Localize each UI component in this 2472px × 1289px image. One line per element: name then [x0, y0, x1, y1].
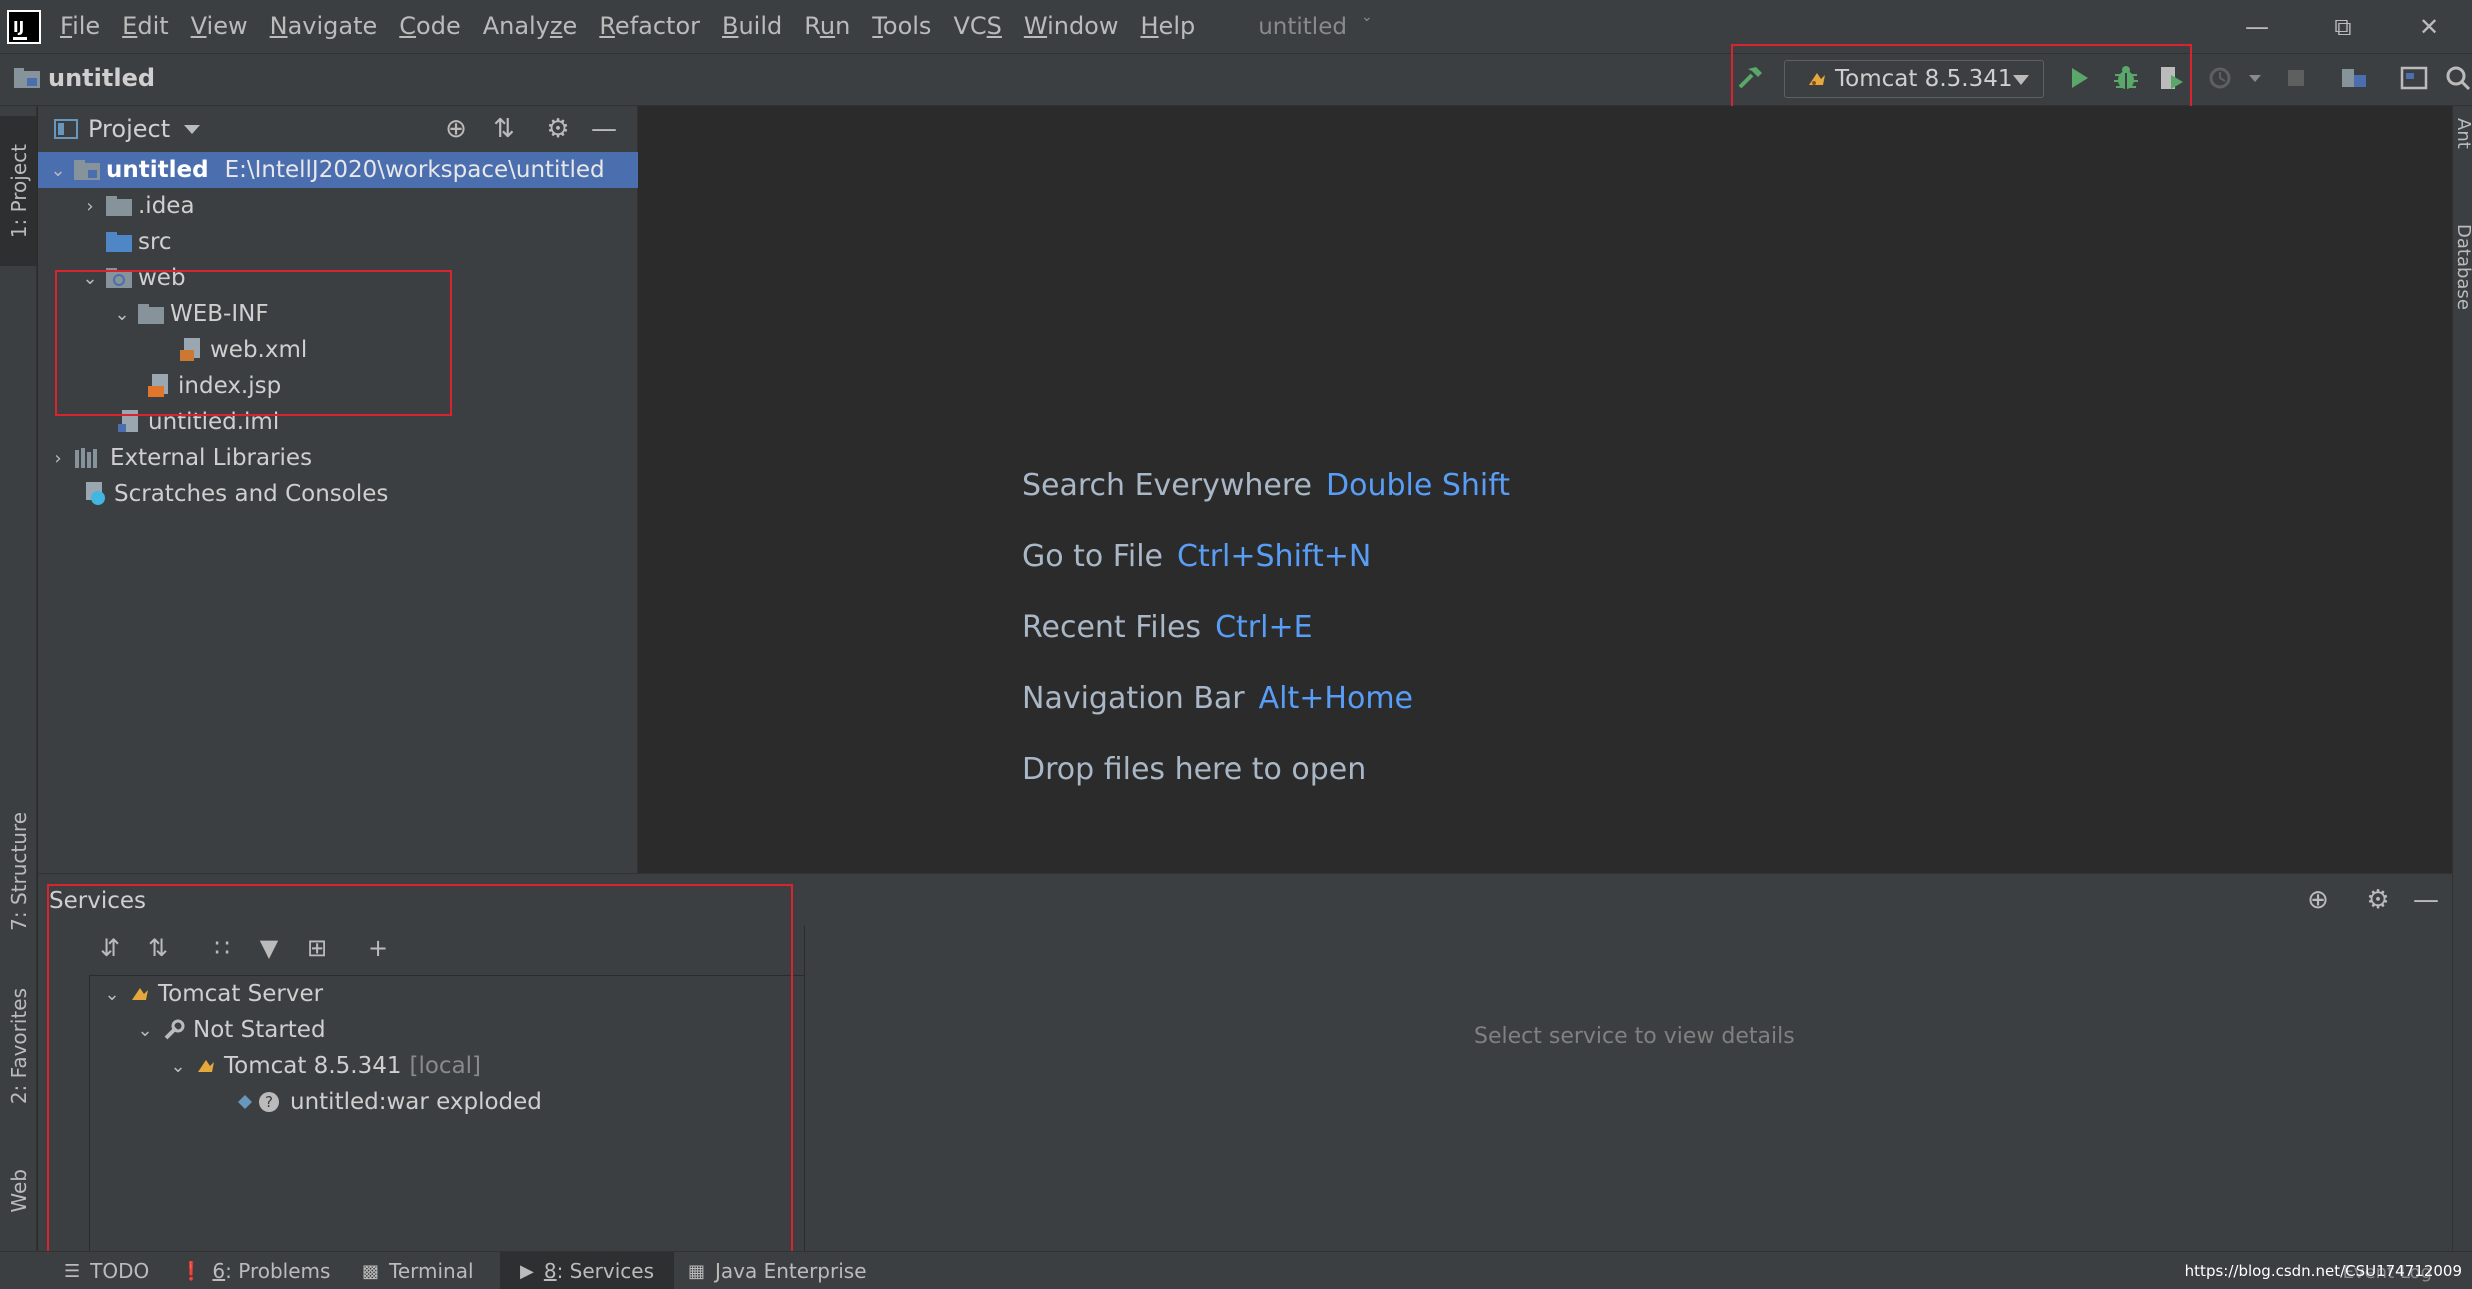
tab-todo[interactable]: ☰ TODO: [56, 1252, 157, 1289]
window-title: untitled: [1258, 13, 1347, 40]
chevron-down-icon[interactable]: [2240, 63, 2270, 93]
breadcrumb-project[interactable]: untitled: [48, 64, 155, 92]
menu-help[interactable]: Help: [1130, 0, 1207, 53]
hide-panel-icon[interactable]: —: [589, 114, 619, 144]
restore-icon[interactable]: ⧉: [2300, 0, 2386, 53]
breadcrumb[interactable]: untitled: [14, 64, 155, 92]
menu-window[interactable]: Window: [1013, 0, 1130, 53]
profile-icon[interactable]: [2207, 63, 2237, 93]
watermark: https://blog.csdn.net/CSU174712009: [2184, 1262, 2462, 1280]
java-enterprise-icon: ▦: [688, 1260, 706, 1282]
gear-icon[interactable]: ⚙: [2362, 884, 2394, 916]
warning-icon: ❗: [180, 1260, 203, 1282]
editor-area[interactable]: Search Everywhere Double Shift Go to File…: [639, 106, 2452, 873]
stop-icon[interactable]: [2281, 63, 2311, 93]
list-icon: ☰: [64, 1260, 81, 1282]
menu-vcs[interactable]: VCS: [942, 0, 1012, 53]
services-highlight: [47, 884, 793, 1260]
folder-icon: [106, 196, 132, 216]
hint-search-everywhere: Search Everywhere Double Shift: [1022, 468, 1511, 503]
tree-item-scratches[interactable]: Scratches and Consoles: [38, 476, 638, 512]
menu-run[interactable]: Run: [793, 0, 861, 53]
services-tool-window: Services ⊕ ⚙ — ⇵ ⇅ ∷ ▼ ⊞ + ⌄ Tomcat Serv…: [38, 873, 2452, 1260]
menu-file[interactable]: File: [49, 0, 111, 53]
project-view-icon: [54, 119, 78, 139]
menu-edit[interactable]: Edit: [111, 0, 179, 53]
tab-terminal[interactable]: ▩ Terminal: [354, 1252, 482, 1289]
tree-item-root[interactable]: ⌄ untitled E:\IntellJ2020\workspace\unti…: [38, 152, 638, 188]
intellij-logo-icon: IJ: [7, 9, 41, 44]
close-icon[interactable]: ✕: [2386, 0, 2472, 53]
web-folder-highlight: [55, 270, 452, 416]
hint-recent-files: Recent Files Ctrl+E: [1022, 610, 1313, 645]
chevron-down-icon[interactable]: ⌄: [1361, 9, 1373, 25]
menu-code[interactable]: Code: [388, 0, 471, 53]
tab-structure-tool[interactable]: 7: Structure: [0, 796, 37, 946]
hide-panel-icon[interactable]: —: [2410, 884, 2442, 916]
terminal-icon: ▩: [362, 1260, 380, 1282]
service-details-placeholder: Select service to view details: [1474, 1024, 1795, 1049]
tab-database-tool[interactable]: Database: [2453, 224, 2472, 310]
services-icon: ▶: [520, 1260, 534, 1282]
minimize-icon[interactable]: —: [2214, 0, 2300, 53]
project-structure-icon[interactable]: [2339, 63, 2369, 93]
project-view-selector[interactable]: Project: [88, 115, 170, 143]
menu-navigate[interactable]: Navigate: [259, 0, 389, 53]
locate-target-icon[interactable]: ⊕: [441, 114, 471, 144]
right-tool-window-stripe: Ant Database: [2452, 106, 2472, 1251]
menu-refactor[interactable]: Refactor: [588, 0, 711, 53]
tab-favorites-tool[interactable]: 2: Favorites: [0, 966, 37, 1126]
tab-web-tool[interactable]: Web: [0, 1146, 37, 1236]
bottom-tool-tabs: ☰ TODO ❗ 6: Problems ▩ Terminal ▶ 8: Ser…: [0, 1251, 2472, 1289]
tree-item-src[interactable]: src: [38, 224, 638, 260]
chevron-down-icon[interactable]: ⌄: [48, 160, 68, 181]
hint-navigation-bar: Navigation Bar Alt+Home: [1022, 681, 1414, 716]
window-controls: — ⧉ ✕: [2214, 0, 2472, 53]
gear-icon[interactable]: ⚙: [543, 114, 573, 144]
menu-tools[interactable]: Tools: [861, 0, 942, 53]
hint-go-to-file: Go to File Ctrl+Shift+N: [1022, 539, 1372, 574]
module-folder-icon: [74, 160, 100, 180]
project-panel-header: Project ⊕ ⇅ ⚙ —: [38, 106, 637, 152]
presentation-mode-icon[interactable]: [2399, 63, 2429, 93]
tree-item-idea[interactable]: › .idea: [38, 188, 638, 224]
tree-item-external-libraries[interactable]: › External Libraries: [38, 440, 638, 476]
locate-target-icon[interactable]: ⊕: [2302, 884, 2334, 916]
services-splitter: [804, 926, 805, 1252]
scratches-icon: [86, 482, 105, 505]
tab-problems[interactable]: ❗ 6: Problems: [172, 1252, 338, 1289]
menu-view[interactable]: View: [180, 0, 259, 53]
tab-ant-tool[interactable]: Ant: [2453, 118, 2472, 149]
source-folder-icon: [106, 232, 132, 252]
chevron-down-icon[interactable]: [184, 124, 201, 134]
hint-drop-files: Drop files here to open: [1022, 752, 1367, 787]
collapse-all-icon[interactable]: ⇅: [489, 114, 519, 144]
search-icon[interactable]: [2444, 63, 2470, 93]
left-tool-window-stripe: 1: Project 7: Structure 2: Favorites Web: [0, 106, 37, 1251]
menu-build[interactable]: Build: [711, 0, 793, 53]
project-tool-window: Project ⊕ ⇅ ⚙ — ⌄ untitled E:\IntellJ202…: [38, 106, 638, 873]
chevron-right-icon[interactable]: ›: [80, 196, 100, 217]
tab-project-tool[interactable]: 1: Project: [0, 116, 37, 266]
library-icon: [75, 448, 97, 468]
tab-services[interactable]: ▶ 8: Services: [500, 1252, 675, 1289]
tab-java-enterprise[interactable]: ▦ Java Enterprise: [680, 1252, 875, 1289]
menu-analyze[interactable]: Analyze: [472, 0, 589, 53]
chevron-right-icon[interactable]: ›: [48, 448, 68, 469]
project-folder-icon: [14, 68, 40, 88]
run-toolbar-highlight: [1731, 44, 2192, 112]
